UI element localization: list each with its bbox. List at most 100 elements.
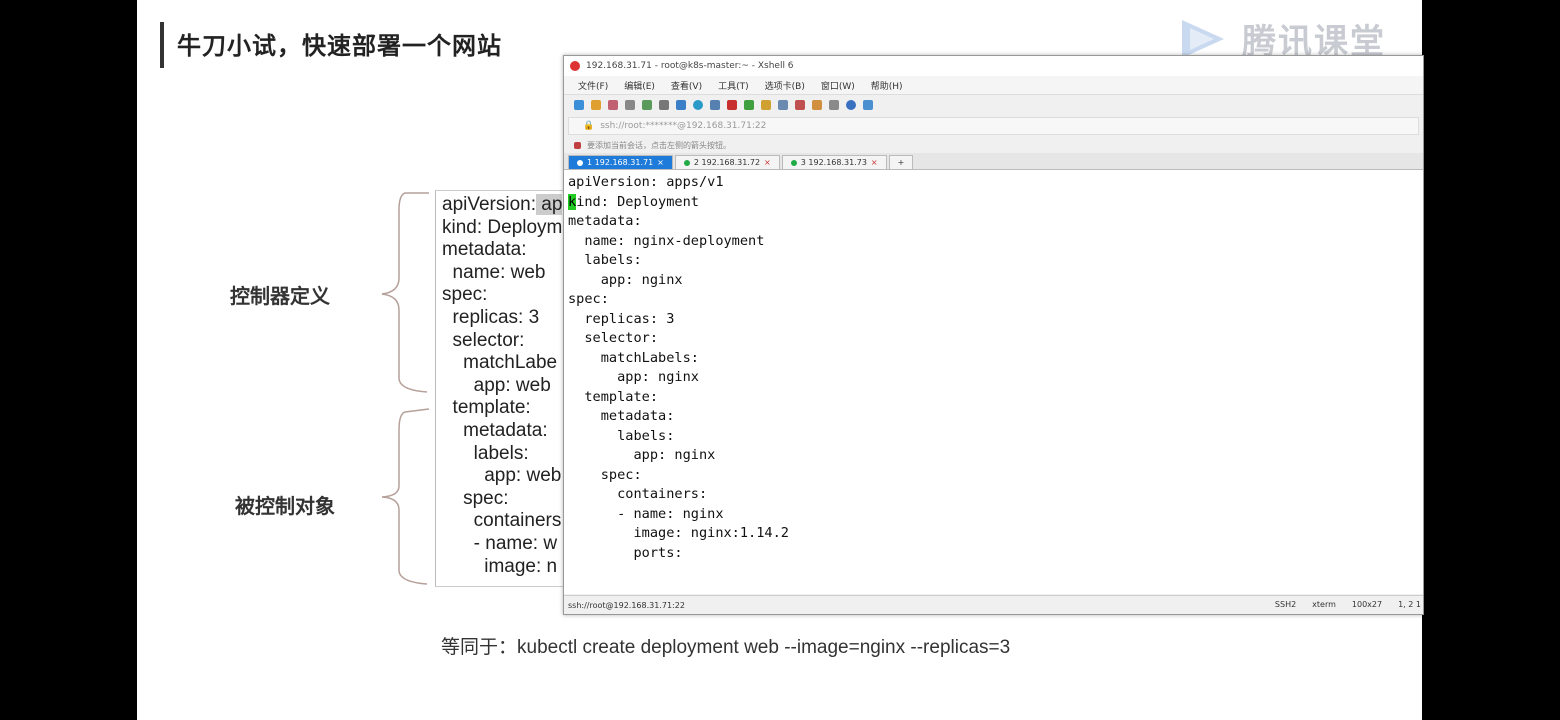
- code-line: apiVersion: ap: [442, 194, 563, 215]
- globe-icon[interactable]: [693, 100, 703, 110]
- terminal-line: containers:: [568, 486, 708, 502]
- terminal-line: spec:: [568, 466, 642, 483]
- help-icon[interactable]: [846, 100, 856, 110]
- menu-item[interactable]: 工具(T): [718, 79, 749, 92]
- code-line: spec:: [442, 284, 488, 306]
- menu-item[interactable]: 查看(V): [671, 79, 702, 92]
- menu-item[interactable]: 选项卡(B): [765, 79, 805, 92]
- copy-icon[interactable]: [625, 100, 635, 110]
- status-dot-icon: [577, 159, 583, 166]
- session-tab-label: 1 192.168.31.71: [587, 158, 654, 167]
- status-item: SSH2: [1274, 600, 1297, 609]
- code-line: - name: w: [442, 533, 558, 554]
- menu-item[interactable]: 帮助(H): [871, 79, 903, 92]
- font-icon[interactable]: [710, 100, 720, 110]
- terminal-line: image: nginx:1.14.2: [568, 525, 789, 541]
- menu-item[interactable]: 编辑(E): [624, 79, 655, 92]
- terminal-line: labels:: [568, 427, 675, 444]
- code-line: template:: [442, 397, 531, 419]
- close-tab-icon[interactable]: ×: [871, 158, 878, 167]
- code-line: spec:: [442, 487, 509, 509]
- status-item: 100x27: [1351, 600, 1383, 609]
- terminal-line: metadata:: [568, 213, 642, 229]
- terminal-cursor: k: [568, 193, 577, 210]
- status-item: 1, 2 1: [1398, 600, 1421, 609]
- session-tab[interactable]: 2 192.168.31.72 ×: [674, 155, 780, 169]
- menu-item[interactable]: 文件(F): [578, 79, 608, 92]
- terminal-line: labels:: [568, 252, 642, 268]
- code-line: name: web: [442, 261, 546, 283]
- xshell-app-icon: [570, 61, 580, 71]
- chat-icon[interactable]: [863, 100, 873, 110]
- terminal-line: app: nginx: [568, 271, 683, 288]
- code-line: metadata:: [442, 420, 548, 441]
- close-tab-icon[interactable]: ×: [764, 158, 771, 167]
- terminal-line: app: nginx: [568, 369, 699, 385]
- status-dot-icon: [790, 159, 797, 166]
- new-tab-icon[interactable]: +: [888, 155, 914, 169]
- paste-icon[interactable]: [642, 100, 652, 110]
- status-right-group: SSH2 xterm 100x27 1, 2 1: [1275, 600, 1421, 609]
- code-line: matchLabe: [442, 352, 558, 374]
- bookmark-icon: [574, 141, 581, 149]
- terminal-line: name: nginx-deployment: [568, 232, 765, 249]
- new-session-icon[interactable]: [574, 100, 584, 110]
- info-bar: 要添加当前会话，点击左侧的箭头按钮。: [564, 137, 1423, 153]
- session-tabs: 1 192.168.31.71 × 2 192.168.31.72 × 3 192.16…: [564, 153, 1423, 170]
- menu-bar: 文件(F) 编辑(E) 查看(V) 工具(T) 选项卡(B) 窗口(W) 帮助(H): [564, 76, 1423, 94]
- highlight-icon[interactable]: [795, 100, 805, 110]
- code-line: selector:: [442, 329, 525, 351]
- find-icon[interactable]: [659, 100, 669, 110]
- xshell-window[interactable]: 192.168.31.71 - root@k8s-master:~ - Xshe…: [563, 55, 1424, 615]
- open-folder-icon[interactable]: [591, 100, 601, 110]
- close-tab-icon[interactable]: ×: [657, 158, 664, 167]
- terminal-line: template:: [568, 388, 659, 405]
- code-line: kind: Deploym: [442, 216, 563, 238]
- menu-item[interactable]: 窗口(W): [821, 79, 855, 92]
- yaml-code-snippet: apiVersion: ap kind: Deploym metadata: nam…: [435, 190, 576, 587]
- window-title: 192.168.31.71 - root@k8s-master:~ - Xshe…: [586, 61, 794, 71]
- terminal-line: matchLabels:: [568, 349, 699, 366]
- toolbar: [564, 94, 1423, 115]
- brace-annotations: [381, 192, 430, 585]
- session-tab[interactable]: 3 192.168.31.73 ×: [781, 155, 887, 169]
- code-line: metadata:: [442, 239, 527, 261]
- properties-icon[interactable]: [676, 100, 686, 110]
- disconnect-icon[interactable]: [608, 100, 618, 110]
- script-icon[interactable]: [744, 100, 754, 110]
- terminal-line: app: nginx: [568, 447, 716, 463]
- code-line: app: web: [442, 465, 562, 487]
- compose-icon[interactable]: [812, 100, 822, 110]
- session-tab[interactable]: 1 192.168.31.71 ×: [568, 155, 673, 169]
- keyboard-icon[interactable]: [778, 100, 788, 110]
- terminal-line: replicas: 3: [568, 310, 675, 327]
- session-tab-label: 3 192.168.31.73: [800, 158, 867, 167]
- terminal-line: spec:: [568, 291, 609, 307]
- terminal-line: ports:: [568, 544, 683, 561]
- code-line: app: web: [442, 374, 551, 396]
- xftp-icon[interactable]: [727, 100, 737, 110]
- lock-icon[interactable]: [761, 100, 771, 110]
- layout-icon[interactable]: [829, 100, 839, 110]
- address-bar[interactable]: 🔒 ssh://root:*******@192.168.31.71:22: [568, 117, 1419, 135]
- lock-small-icon: 🔒: [583, 121, 595, 131]
- terminal-line: - name: nginx: [568, 505, 724, 522]
- code-line: image: n: [442, 555, 558, 577]
- equivalent-command: 等同于：kubectl create deployment web --imag…: [441, 637, 1011, 658]
- terminal-line: metadata:: [568, 408, 675, 424]
- status-bar: ssh://root@192.168.31.71:22 SSH2 xterm 100…: [564, 595, 1423, 614]
- terminal-line: selector:: [568, 330, 659, 346]
- code-line: containers: [442, 510, 562, 532]
- address-text: ssh://root:*******@192.168.31.71:22: [600, 121, 767, 131]
- code-line: labels:: [442, 442, 529, 464]
- terminal-line: kind: Deployment: [568, 193, 699, 210]
- status-dot-icon: [683, 159, 690, 166]
- status-item: xterm: [1312, 600, 1336, 609]
- status-connection: ssh://root@192.168.31.71:22: [568, 600, 685, 610]
- window-titlebar[interactable]: 192.168.31.71 - root@k8s-master:~ - Xshe…: [564, 56, 1423, 76]
- terminal-output[interactable]: apiVersion: apps/v1 kind: Deployment metad…: [564, 170, 1423, 594]
- code-line: replicas: 3: [442, 307, 540, 328]
- session-tab-label: 2 192.168.31.72: [693, 158, 761, 167]
- terminal-line: apiVersion: apps/v1: [568, 174, 724, 190]
- info-text: 要添加当前会话，点击左侧的箭头按钮。: [587, 140, 731, 150]
